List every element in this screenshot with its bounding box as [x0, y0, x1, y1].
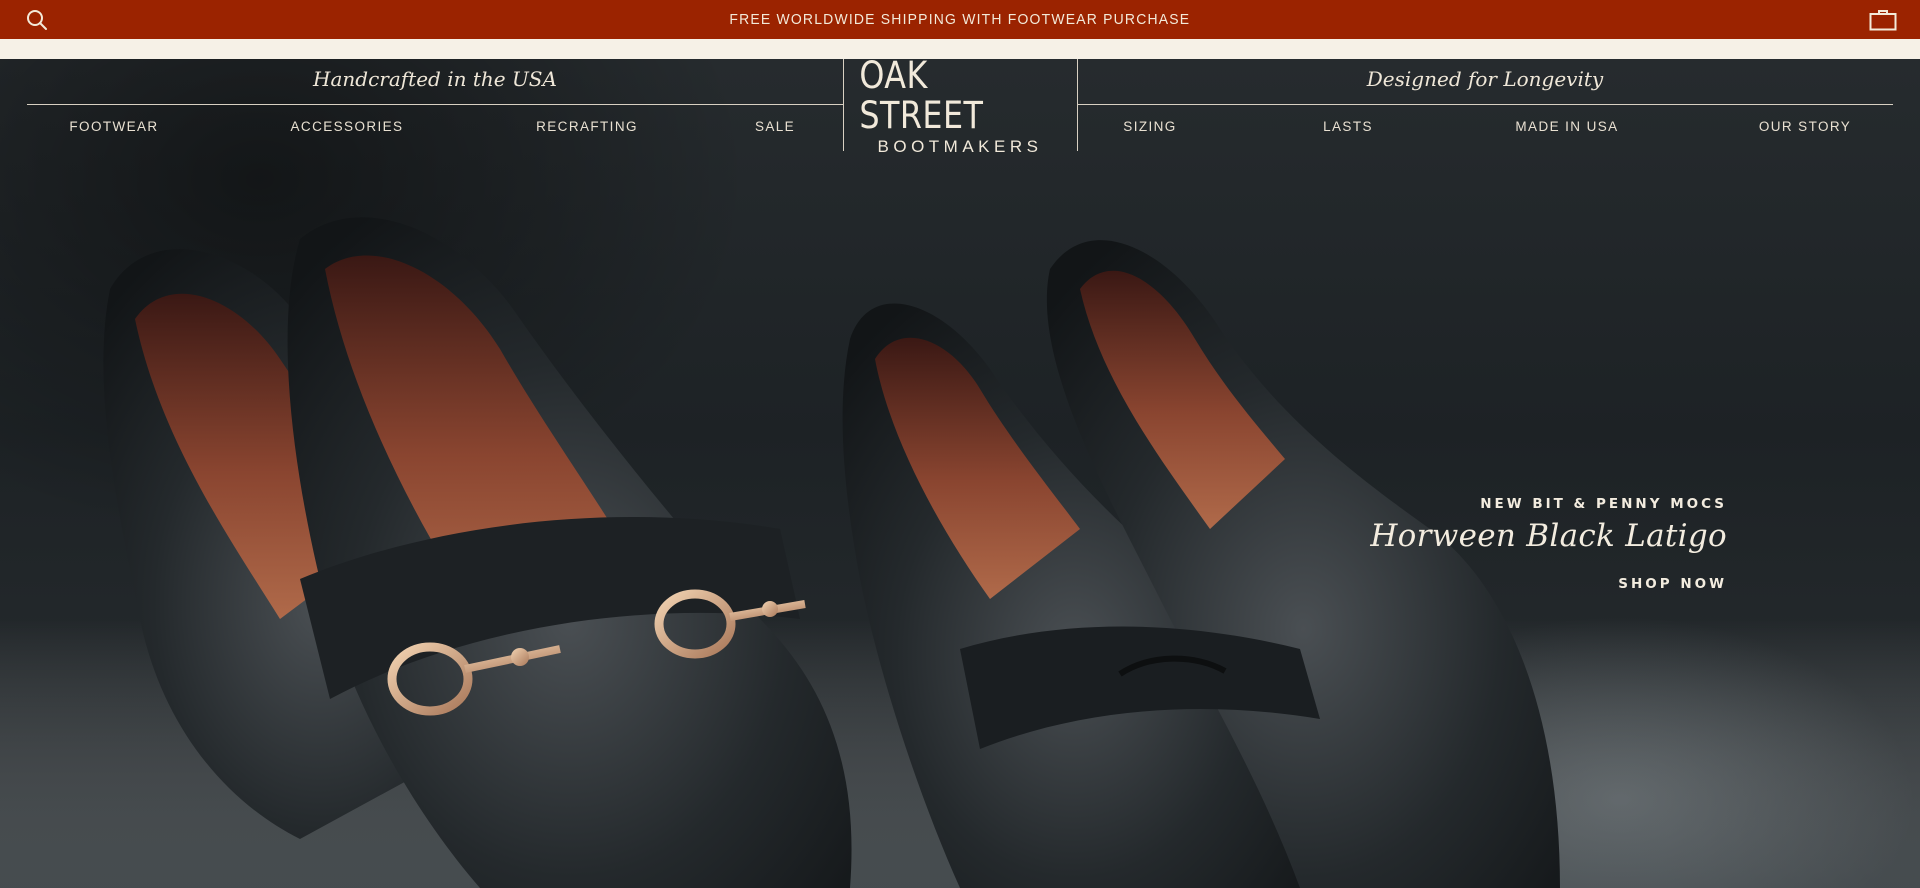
site-header: Handcrafted in the USA Designed for Long…: [0, 54, 1920, 157]
search-icon: [27, 9, 47, 30]
nav-sizing[interactable]: SIZING: [1110, 119, 1190, 134]
logo-wordmark-bottom: BOOTMAKERS: [877, 137, 1043, 156]
nav-accessories[interactable]: ACCESSORIES: [287, 119, 407, 134]
hero-loafers-image: [0, 217, 1920, 888]
tagline-right: Designed for Longevity: [1366, 67, 1604, 91]
promo-headline: Horween Black Latigo: [1370, 518, 1727, 554]
shop-now-link[interactable]: SHOP NOW: [1618, 576, 1727, 592]
hero-banner[interactable]: [0, 59, 1920, 888]
brand-logo[interactable]: OAK STREET BOOTMAKERS: [843, 54, 1077, 157]
header-divider-right: [1077, 104, 1893, 105]
nav-made-in-usa[interactable]: MADE IN USA: [1507, 119, 1627, 134]
tagline-left: Handcrafted in the USA: [313, 67, 557, 91]
hero-promo: NEW BIT & PENNY MOCS Horween Black Latig…: [1370, 496, 1727, 593]
announcement-bar: FREE WORLDWIDE SHIPPING WITH FOOTWEAR PU…: [0, 0, 1920, 39]
cart-button[interactable]: [1858, 0, 1908, 39]
search-button[interactable]: [12, 0, 62, 39]
nav-our-story[interactable]: OUR STORY: [1755, 119, 1855, 134]
logo-wordmark-top: OAK STREET: [859, 54, 984, 137]
logo-border-right: [1077, 59, 1078, 151]
nav-sale[interactable]: SALE: [745, 119, 805, 134]
nav-recrafting[interactable]: RECRAFTING: [527, 119, 647, 134]
promo-eyebrow: NEW BIT & PENNY MOCS: [1480, 496, 1727, 512]
header-divider-left: [27, 104, 843, 105]
nav-footwear[interactable]: FOOTWEAR: [64, 119, 164, 134]
announcement-message: FREE WORLDWIDE SHIPPING WITH FOOTWEAR PU…: [729, 11, 1191, 28]
nav-lasts[interactable]: LASTS: [1318, 119, 1378, 134]
shopping-bag-icon: [1869, 9, 1897, 30]
